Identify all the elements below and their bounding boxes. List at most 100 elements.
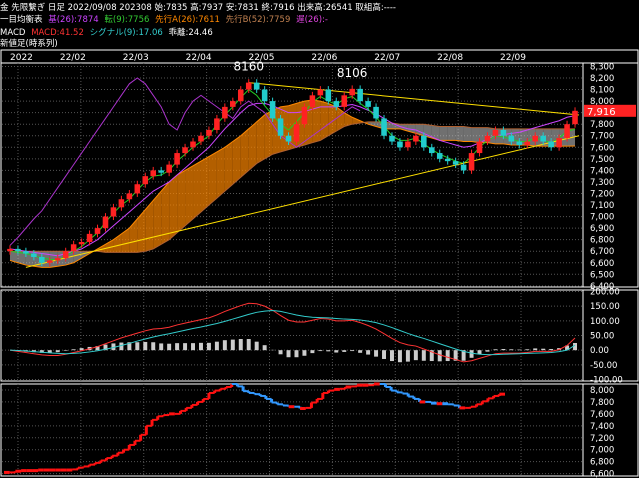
x-tick-label: 22/07 [374, 53, 400, 63]
candle-body [15, 248, 21, 252]
candle-body [206, 129, 212, 136]
candle-body [564, 124, 570, 139]
candle-body [556, 138, 562, 148]
candle-body [381, 118, 387, 136]
candle-body [468, 153, 475, 171]
candle-body [421, 135, 427, 148]
chart-canvas[interactable]: 2022 22/02 22/03 22/04 22/05 22/06 22/07 22/08 2… [0, 0, 639, 478]
candle-body [484, 135, 491, 142]
kumo-segment [137, 209, 146, 253]
candle-body [54, 258, 61, 261]
y-tick-label: 7,800 [590, 120, 614, 130]
candle-body [365, 101, 371, 107]
candle-body [134, 184, 141, 194]
kumo-segment [455, 126, 464, 142]
candle-body [126, 193, 133, 200]
candle-body [309, 95, 316, 107]
candle-body [397, 141, 403, 148]
x-tick-label: 22/06 [311, 53, 337, 63]
candle-body [245, 82, 252, 90]
last-price-label: 7,916 [587, 107, 616, 118]
candle-body [222, 106, 228, 119]
kumo-segment [256, 114, 265, 164]
candle-body [476, 141, 483, 154]
candle-body [7, 248, 13, 252]
high-annotation: 8106 [337, 66, 368, 80]
kumo-segment [224, 141, 233, 192]
candle-body [78, 241, 85, 245]
x-tick-label: 22/04 [186, 53, 212, 63]
candle-body [492, 129, 499, 136]
candle-body [46, 260, 53, 263]
candle-body [548, 141, 554, 148]
y-tick-label: 7,600 [590, 410, 614, 420]
x-tick-label: 22/03 [123, 53, 149, 63]
candle-body [190, 141, 196, 148]
kumo-segment [216, 147, 225, 199]
candle-body [31, 253, 37, 257]
kumo-segment [248, 121, 257, 171]
candle-body [253, 82, 260, 90]
candle-body [389, 135, 395, 142]
y-tick-label: 7,000 [590, 446, 614, 456]
candle-body [277, 118, 284, 136]
y-tick-label: 6,600 [590, 259, 614, 269]
kumo-segment [153, 191, 162, 249]
candle-body [261, 89, 268, 102]
candle-body [39, 256, 45, 263]
candle-body [357, 88, 363, 102]
y-tick-label: 200.00 [590, 287, 620, 297]
y-tick-label: 6,900 [590, 224, 614, 234]
candle-body [460, 164, 467, 171]
y-tick-label: 7,700 [590, 132, 614, 142]
kumo-segment [471, 127, 480, 143]
candle-body [444, 158, 451, 162]
candle-body [182, 147, 188, 154]
x-tick-label: 22/02 [60, 53, 86, 63]
kumo-segment [121, 228, 130, 253]
candle-body [500, 129, 507, 136]
kumo-segment [447, 126, 456, 141]
kumo-segment [232, 135, 241, 185]
candle-body [317, 89, 324, 96]
y-tick-label: 7,300 [590, 178, 614, 188]
candle-body [174, 153, 180, 165]
candle-body [532, 135, 539, 142]
signal-line [9, 310, 576, 356]
candle-body [166, 164, 172, 173]
y-tick-label: 8,100 [590, 86, 614, 96]
y-tick-label: 8,300 [590, 62, 614, 72]
candle-body [230, 101, 236, 107]
candle-body [516, 141, 523, 145]
y-tick-label: 7,400 [590, 422, 614, 432]
candle-body [540, 135, 546, 142]
candle-body [341, 95, 348, 107]
y-tick-label: 0.00 [590, 346, 609, 356]
candle-body [373, 106, 379, 119]
candle-body [23, 251, 29, 254]
kumo-segment [200, 156, 209, 212]
candle-body [86, 233, 93, 242]
candle-body [198, 135, 204, 142]
candle-body [94, 228, 101, 234]
kumo-segment [169, 175, 178, 240]
candle-body [150, 170, 157, 177]
candle-body [62, 251, 69, 259]
kumo-segment [439, 126, 448, 141]
y-tick-label: -100.00 [590, 376, 623, 386]
candle-body [110, 207, 117, 217]
x-tick-label: 2022 [10, 53, 33, 63]
candle-body [349, 88, 355, 96]
y-tick-label: 7,000 [590, 213, 614, 223]
candle-body [572, 110, 578, 125]
y-tick-label: 6,800 [590, 458, 614, 468]
x-tick-label: 22/08 [437, 53, 463, 63]
y-tick-label: 7,200 [590, 189, 614, 199]
candle-body [293, 124, 300, 142]
y-tick-label: 7,200 [590, 434, 614, 444]
y-tick-label: 7,400 [590, 166, 614, 176]
candle-body [214, 118, 220, 130]
y-tick-label: 100.00 [590, 317, 620, 327]
high-annotation: 8160 [233, 60, 264, 74]
support-trendline [25, 135, 580, 268]
